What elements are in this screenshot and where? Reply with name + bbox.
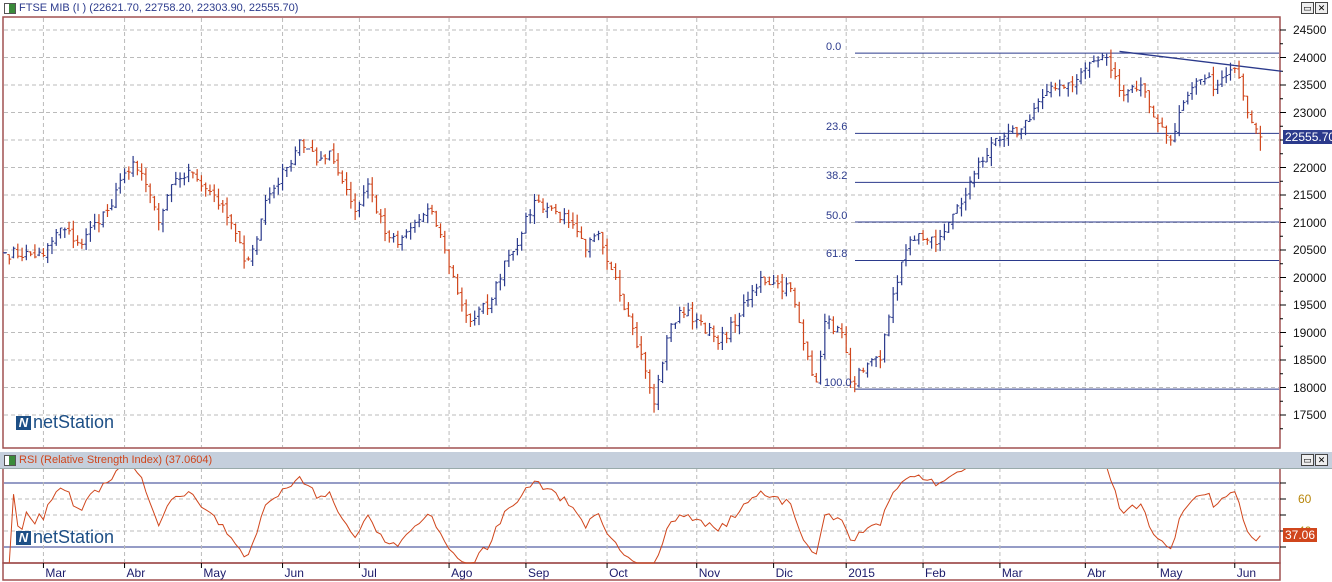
rsi-axis-label: 60 bbox=[1298, 492, 1312, 506]
price-axis-label: 18000 bbox=[1293, 380, 1327, 395]
month-label: May bbox=[1159, 566, 1183, 580]
chart-window: FTSE MIB (I ) (22621.70, 22758.20, 22303… bbox=[0, 0, 1332, 582]
price-axis-label: 18500 bbox=[1293, 353, 1327, 367]
rsi-pane-title: RSI (Relative Strength Index) (37.0604) bbox=[19, 454, 213, 466]
month-label: Mar bbox=[1001, 566, 1023, 580]
month-label: Jun bbox=[1236, 566, 1257, 580]
price-axis-label: 23000 bbox=[1293, 105, 1327, 120]
price-axis-label: 22000 bbox=[1293, 160, 1327, 175]
trendline bbox=[1119, 50, 1282, 72]
main-plot-frame bbox=[2, 16, 1281, 449]
rsi-pane-header: RSI (Relative Strength Index) (37.0604) … bbox=[0, 452, 1332, 469]
month-label: May bbox=[203, 566, 227, 580]
month-label: Feb bbox=[925, 566, 946, 580]
price-axis-label: 21000 bbox=[1293, 215, 1327, 230]
rsi-value-badge: 37.06 bbox=[1283, 528, 1318, 542]
month-label: Ago bbox=[451, 566, 473, 580]
maximize-button[interactable]: ▭ bbox=[1301, 454, 1314, 466]
close-button[interactable]: ✕ bbox=[1315, 454, 1328, 466]
chart-icon bbox=[4, 455, 16, 466]
price-axis-label: 23500 bbox=[1293, 78, 1327, 92]
price-axis-label: 24500 bbox=[1293, 23, 1327, 37]
month-label: Abr bbox=[126, 566, 146, 580]
month-label: Abr bbox=[1087, 566, 1106, 580]
month-label: Jun bbox=[284, 566, 304, 580]
fib-level-label: 50.0 bbox=[826, 209, 848, 222]
month-label: Nov bbox=[698, 566, 721, 580]
month-label: Jul bbox=[361, 566, 377, 580]
month-label: 2015 bbox=[848, 566, 875, 580]
fib-level-label: 100.0 bbox=[824, 377, 852, 390]
fib-level-label: 0.0 bbox=[826, 41, 842, 54]
netstation-logo: NnetStation bbox=[16, 412, 114, 433]
price-axis-label: 21500 bbox=[1293, 188, 1327, 202]
price-axis-label: 19500 bbox=[1293, 298, 1327, 312]
netstation-logo: NnetStation bbox=[16, 527, 114, 548]
fib-level-label: 61.8 bbox=[826, 248, 848, 261]
price-axis-label: 20000 bbox=[1293, 270, 1327, 285]
fib-level-label: 38.2 bbox=[826, 170, 848, 183]
price-chart[interactable] bbox=[0, 0, 1332, 582]
price-axis-label: 20500 bbox=[1293, 243, 1327, 257]
month-label: Sep bbox=[527, 566, 550, 580]
price-axis-label: 24000 bbox=[1293, 50, 1327, 65]
price-axis-label: 19000 bbox=[1293, 325, 1327, 340]
month-label: Oct bbox=[609, 566, 628, 580]
fib-level-label: 23.6 bbox=[826, 121, 848, 134]
month-label: Mar bbox=[45, 566, 67, 580]
last-price-badge: 22555.70 bbox=[1283, 130, 1332, 144]
price-axis-label: 17500 bbox=[1293, 408, 1327, 422]
month-label: Dic bbox=[775, 566, 793, 580]
